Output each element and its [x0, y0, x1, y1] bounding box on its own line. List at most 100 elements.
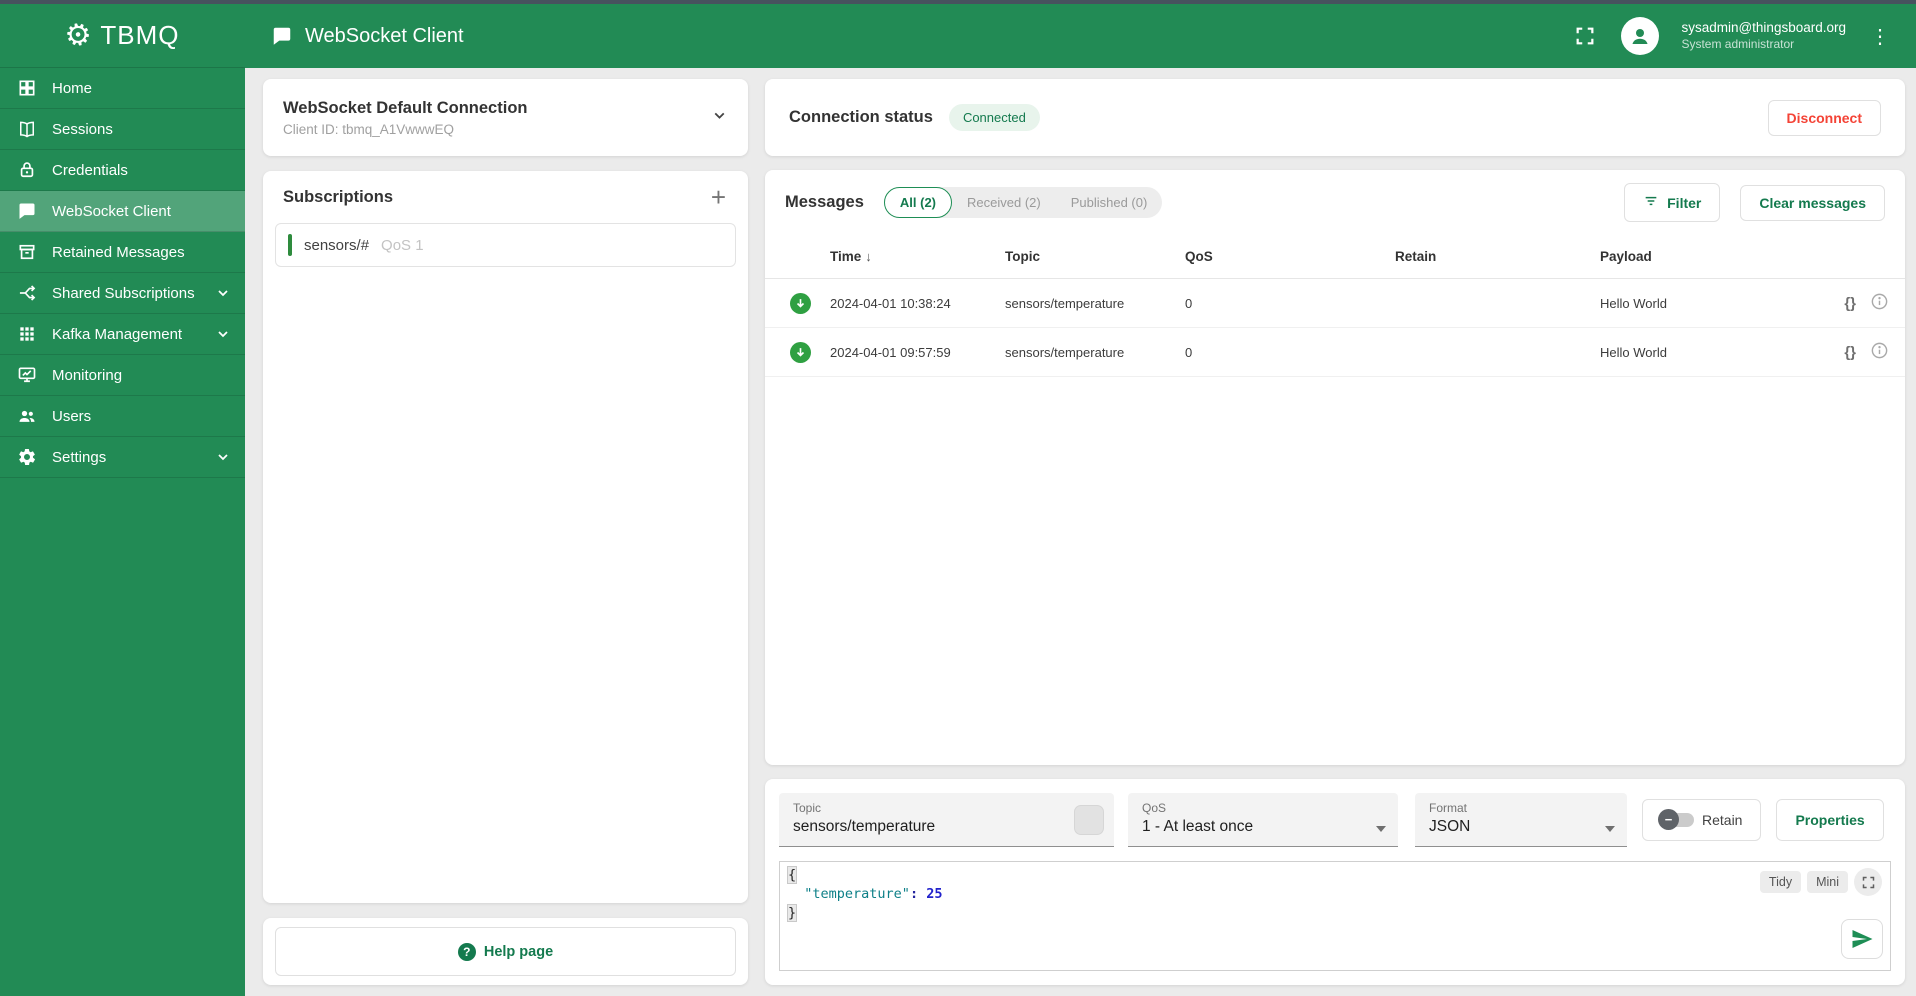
subscriptions-header: Subscriptions +	[263, 171, 748, 219]
table-row[interactable]: 2024-04-01 09:57:59 sensors/temperature …	[765, 328, 1905, 377]
subscription-item[interactable]: sensors/# QoS 1	[275, 223, 736, 267]
editor-tools: Tidy Mini	[1759, 868, 1882, 896]
payload-editor-code[interactable]: { "temperature": 25 }	[780, 862, 1890, 927]
logo[interactable]: ⚙ TBMQ	[0, 4, 245, 68]
retain-label: Retain	[1702, 812, 1743, 828]
format-select-value: JSON	[1429, 818, 1471, 835]
kafka-management-icon	[16, 323, 38, 345]
open-brace: {	[786, 866, 798, 884]
topic-field[interactable]: Topic sensors/temperature	[779, 793, 1114, 847]
payload-editor[interactable]: { "temperature": 25 } Tidy Mini	[779, 861, 1891, 971]
send-button[interactable]	[1841, 919, 1883, 959]
user-role: System administrator	[1681, 36, 1795, 51]
column-payload[interactable]: Payload	[1600, 249, 1793, 264]
received-message-icon	[790, 292, 811, 314]
subscriptions-title: Subscriptions	[283, 187, 394, 206]
filter-label: Filter	[1667, 194, 1702, 211]
subscriptions-panel: Subscriptions + sensors/# QoS 1	[263, 171, 748, 903]
page-title: WebSocket Client	[305, 24, 464, 47]
sidebar-item-credentials[interactable]: Credentials	[0, 150, 245, 191]
qos-select[interactable]: QoS 1 - At least once	[1128, 793, 1398, 847]
sidebar-item-kafka-management[interactable]: Kafka Management	[0, 314, 245, 355]
subscription-color-bar	[288, 234, 292, 256]
websocket-client-icon	[16, 200, 38, 222]
sidebar-item-label: Shared Subscriptions	[52, 284, 195, 302]
sidebar-item-home[interactable]: Home	[0, 68, 245, 109]
fullscreen-icon[interactable]	[1567, 18, 1603, 54]
add-subscription-icon[interactable]: +	[709, 184, 728, 210]
properties-button[interactable]: Properties	[1776, 799, 1884, 841]
header-title-wrap: WebSocket Client	[271, 18, 1555, 54]
settings-icon	[16, 446, 38, 468]
received-message-icon	[790, 341, 811, 363]
sidebar-item-settings[interactable]: Settings	[0, 437, 245, 478]
sidebar-item-monitoring[interactable]: Monitoring	[0, 355, 245, 396]
color-swatch-button[interactable]	[1074, 805, 1104, 835]
chevron-down-icon	[215, 285, 231, 301]
messages-title: Messages	[785, 193, 864, 211]
json-value: 25	[926, 886, 943, 902]
messages-tab-group: All (2) Received (2) Published (0)	[883, 187, 1163, 218]
info-icon[interactable]	[1870, 292, 1889, 314]
clear-messages-button[interactable]: Clear messages	[1740, 184, 1885, 221]
left-column: WebSocket Default Connection Client ID: …	[263, 79, 748, 985]
chevron-down-icon	[215, 326, 231, 342]
json-colon: :	[909, 886, 919, 902]
column-time[interactable]: Time ↓	[830, 249, 1005, 264]
tab-published[interactable]: Published (0)	[1056, 187, 1163, 218]
sidebar-item-websocket-client[interactable]: WebSocket Client	[0, 191, 245, 232]
sidebar-item-sessions[interactable]: Sessions	[0, 109, 245, 150]
sort-desc-icon: ↓	[865, 249, 872, 264]
format-select[interactable]: Format JSON	[1415, 793, 1627, 847]
payload-json-icon[interactable]: {}	[1844, 344, 1856, 361]
sidebar-item-label: Retained Messages	[52, 243, 185, 261]
disconnect-button[interactable]: Disconnect	[1767, 99, 1881, 136]
help-label: Help page	[483, 943, 554, 960]
user-block[interactable]: sysadmin@thingsboard.org System administ…	[1681, 20, 1846, 52]
retain-toggle-button[interactable]: − Retain	[1642, 799, 1762, 841]
header: WebSocket Client sysadmin@thingsboard.or…	[245, 4, 1916, 68]
more-vert-icon[interactable]: ⋮	[1864, 24, 1896, 49]
table-header-row: Time ↓ Topic QoS Retain Payload	[765, 235, 1905, 279]
help-page-button[interactable]: ? Help page	[275, 927, 736, 976]
tab-received[interactable]: Received (2)	[952, 187, 1056, 218]
topic-field-label: Topic	[793, 801, 822, 815]
info-icon[interactable]	[1870, 341, 1889, 363]
topic-field-value: sensors/temperature	[793, 818, 936, 835]
main: WebSocket Default Connection Client ID: …	[245, 68, 1916, 996]
chevron-down-icon	[215, 449, 231, 465]
filter-button[interactable]: Filter	[1624, 183, 1721, 222]
json-key: "temperature"	[804, 886, 910, 902]
chevron-down-icon[interactable]	[711, 107, 728, 129]
table-row[interactable]: 2024-04-01 10:38:24 sensors/temperature …	[765, 279, 1905, 328]
mini-button[interactable]: Mini	[1807, 871, 1848, 893]
sidebar-item-retained-messages[interactable]: Retained Messages	[0, 232, 245, 273]
sidebar-item-label: Kafka Management	[52, 325, 183, 343]
status-badge: Connected	[948, 104, 1040, 131]
sidebar-item-label: Home	[52, 79, 93, 97]
content: WebSocket Client sysadmin@thingsboard.or…	[245, 4, 1916, 996]
column-qos[interactable]: QoS	[1185, 249, 1395, 264]
connection-client-id: Client ID: tbmq_A1VwwwEQ	[283, 121, 455, 137]
retain-toggle-thumb: −	[1658, 809, 1679, 830]
connection-status-card: Connection status Connected Disconnect	[765, 79, 1905, 156]
credentials-icon	[16, 159, 38, 181]
subscription-qos: QoS 1	[381, 236, 424, 254]
payload-json-icon[interactable]: {}	[1844, 295, 1856, 312]
cell-time: 2024-04-01 09:57:59	[830, 344, 951, 360]
publish-panel: Topic sensors/temperature QoS 1 - At lea…	[765, 779, 1905, 985]
tidy-button[interactable]: Tidy	[1759, 871, 1802, 893]
messages-card: Messages All (2) Received (2) Published …	[765, 170, 1905, 765]
connection-text: WebSocket Default Connection Client ID: …	[283, 99, 711, 137]
sidebar-item-users[interactable]: Users	[0, 396, 245, 437]
editor-fullscreen-icon[interactable]	[1854, 868, 1882, 896]
sidebar-item-label: Settings	[52, 448, 107, 466]
tab-all[interactable]: All (2)	[883, 187, 953, 218]
column-retain[interactable]: Retain	[1395, 249, 1600, 264]
sidebar-item-shared-subscriptions[interactable]: Shared Subscriptions	[0, 273, 245, 314]
avatar[interactable]	[1621, 17, 1660, 55]
connection-selector[interactable]: WebSocket Default Connection Client ID: …	[263, 79, 748, 156]
column-topic[interactable]: Topic	[1005, 249, 1185, 264]
sidebar: ⚙ TBMQ Home Sessions Credentials WebSock…	[0, 4, 245, 996]
qos-select-value: 1 - At least once	[1142, 818, 1254, 835]
